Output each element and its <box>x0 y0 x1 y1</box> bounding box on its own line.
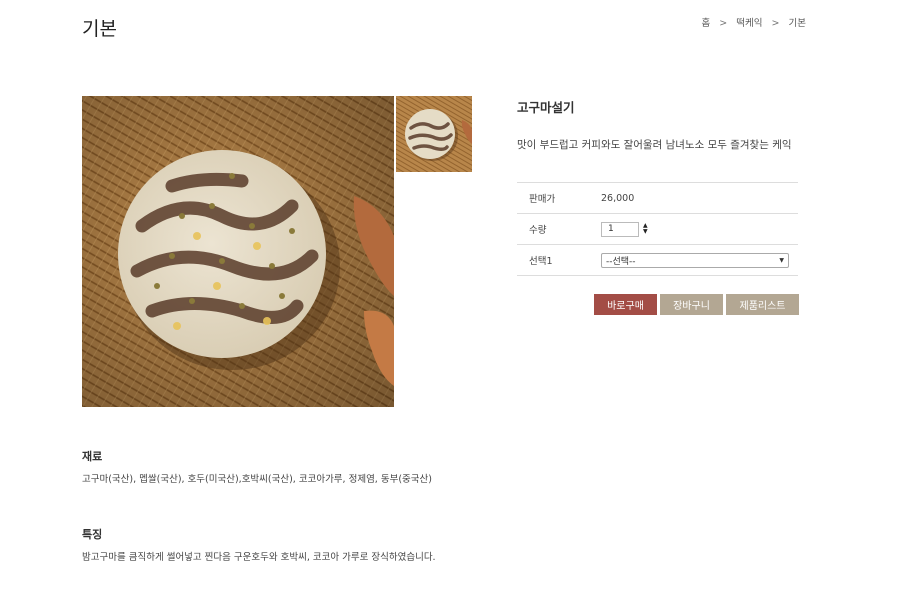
product-description: 맛이 부드럽고 커피와도 잘어울려 남녀노소 모두 즐겨찾는 케익 <box>517 139 792 151</box>
features-text: 밤고구마를 큼직하게 썰어넣고 찐다음 구운호두와 호박씨, 코코아 가루로 장… <box>82 552 436 563</box>
quantity-input[interactable]: 1 <box>601 221 639 237</box>
chevron-down-icon: ▼ <box>779 256 784 264</box>
product-main-image <box>82 96 394 407</box>
product-list-button[interactable]: 제품리스트 <box>726 294 799 315</box>
breadcrumb-separator: > <box>771 18 780 29</box>
add-to-cart-button[interactable]: 장바구니 <box>660 294 723 315</box>
breadcrumb-current: 기본 <box>788 18 806 29</box>
features-title: 특징 <box>82 528 103 541</box>
product-thumbnail[interactable] <box>396 96 472 172</box>
option-select[interactable]: --선택-- ▼ <box>601 252 789 268</box>
stepper-down-icon[interactable]: ▼ <box>643 229 648 235</box>
price-row: 판매가 26,000 <box>517 183 798 214</box>
quantity-row: 수량 1 ▲ ▼ <box>517 214 798 245</box>
price-label: 판매가 <box>529 194 556 205</box>
breadcrumb-category[interactable]: 떡케익 <box>736 18 762 29</box>
buy-now-button[interactable]: 바로구매 <box>594 294 657 315</box>
option-selected-value: --선택-- <box>606 256 636 267</box>
quantity-label: 수량 <box>529 225 547 236</box>
quantity-control: 1 ▲ ▼ <box>601 221 798 237</box>
product-name: 고구마설기 <box>517 100 575 115</box>
ingredients-text: 고구마(국산), 멥쌀(국산), 호두(미국산),호박씨(국산), 코코아가루,… <box>82 474 432 485</box>
option-row: 선택1 --선택-- ▼ <box>517 245 798 276</box>
page-title: 기본 <box>82 18 117 40</box>
quantity-stepper[interactable]: ▲ ▼ <box>643 223 648 235</box>
action-buttons: 바로구매 장바구니 제품리스트 <box>594 294 799 315</box>
breadcrumb-separator: > <box>719 18 728 29</box>
ingredients-title: 재료 <box>82 450 103 463</box>
product-info-table: 판매가 26,000 수량 1 ▲ ▼ 선택1 --선택-- ▼ <box>517 182 798 276</box>
breadcrumb: 홈 > 떡케익 > 기본 <box>700 15 807 29</box>
breadcrumb-home[interactable]: 홈 <box>701 18 710 29</box>
price-value: 26,000 <box>601 192 635 204</box>
option-label: 선택1 <box>529 256 553 267</box>
